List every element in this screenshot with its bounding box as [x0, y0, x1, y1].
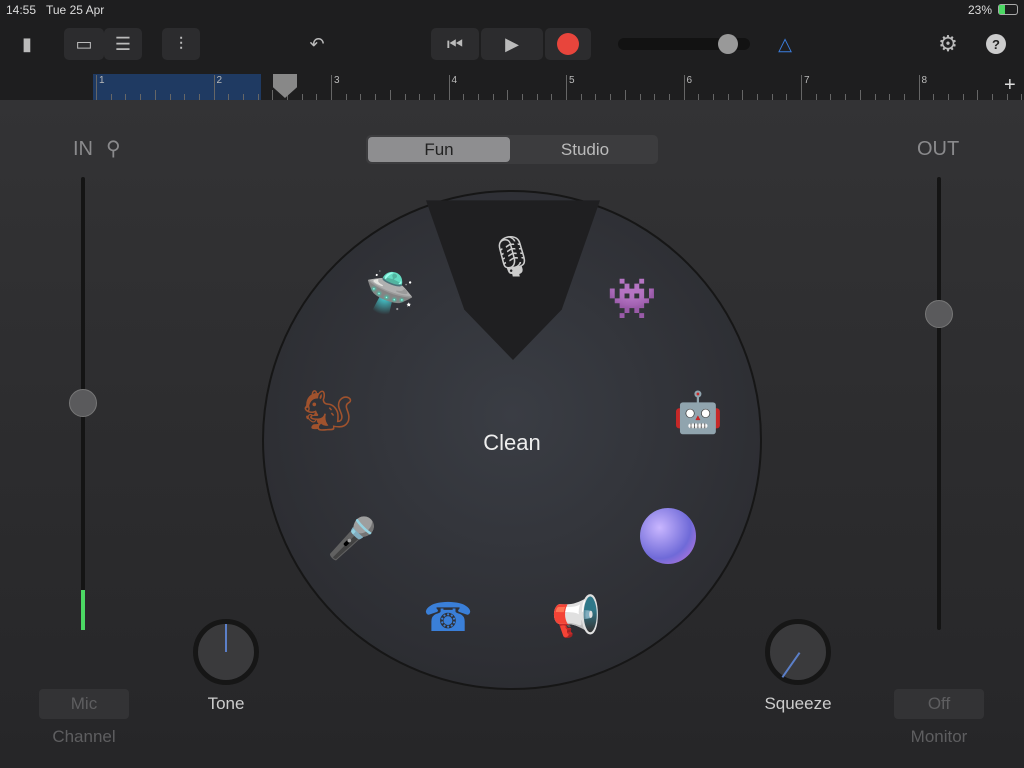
date: Tue 25 Apr: [46, 3, 105, 17]
bar-number: 1: [96, 75, 105, 100]
bubbles-icon[interactable]: [636, 504, 700, 568]
bar-number: 2: [213, 75, 222, 100]
undo-icon[interactable]: ↶: [300, 28, 334, 60]
record-icon[interactable]: [545, 28, 591, 60]
bar-number: 4: [448, 75, 457, 100]
robot-icon[interactable]: 🤖: [666, 380, 730, 444]
timeline-ruler[interactable]: 1 2 3 4 5 6 7 8 +: [0, 74, 1024, 100]
play-icon[interactable]: ▶: [481, 28, 543, 60]
telephone-icon[interactable]: ☎: [416, 586, 480, 650]
help-icon[interactable]: ?: [986, 34, 1006, 54]
channel-button[interactable]: Mic: [39, 689, 129, 719]
document-icon[interactable]: ▮: [12, 28, 42, 60]
ufo-icon[interactable]: 🛸: [358, 260, 422, 324]
cycle-region[interactable]: [93, 74, 261, 100]
battery-icon: [998, 4, 1018, 15]
squeeze-knob[interactable]: [765, 619, 831, 685]
ruler-tick: [154, 90, 156, 100]
metronome-icon[interactable]: △: [770, 28, 800, 60]
tracks-view-icon[interactable]: ▭: [64, 28, 104, 60]
ruler-tick: [389, 90, 391, 100]
playhead[interactable]: [273, 74, 297, 98]
ruler-tick: [624, 90, 626, 100]
bar-number: 6: [683, 75, 692, 100]
output-fader-thumb[interactable]: [925, 300, 953, 328]
input-fader-thumb[interactable]: [69, 389, 97, 417]
monitor-button[interactable]: Off: [894, 689, 984, 719]
output-level-fader[interactable]: [937, 177, 941, 630]
input-settings-icon[interactable]: ⚲: [106, 136, 121, 161]
bar-number: 5: [566, 75, 575, 100]
ruler-tick: [859, 90, 861, 100]
toolbar: ▮ ▭ ☰ ⫶ ↶ ⏮ ▶ △ ⚙ ?: [0, 20, 1024, 74]
squeeze-label: Squeeze: [764, 694, 832, 713]
star-mic-icon[interactable]: 🎤: [320, 506, 384, 570]
voice-wheel[interactable]: Clean 🎙 🛸 👾 🐿 🤖 🎤 ☎ 📢: [262, 190, 762, 690]
ruler-tick: [507, 90, 509, 100]
tone-label: Tone: [207, 694, 245, 713]
add-section-button[interactable]: +: [1004, 74, 1016, 97]
tone-knob[interactable]: [193, 619, 259, 685]
list-view-icon[interactable]: ☰: [104, 28, 142, 60]
channel-label: Channel: [52, 727, 116, 746]
tab-fun[interactable]: Fun: [368, 137, 510, 162]
monitor-label: Monitor: [910, 727, 968, 746]
ruler-tick: [272, 90, 274, 100]
monster-icon[interactable]: 👾: [600, 266, 664, 330]
battery-percent: 23%: [968, 3, 993, 17]
mode-selector: Fun Studio: [366, 135, 658, 164]
rewind-icon[interactable]: ⏮: [431, 28, 479, 60]
input-label: IN: [73, 138, 93, 160]
status-bar: 14:55 Tue 25 Apr 23%: [0, 0, 1024, 20]
tab-studio[interactable]: Studio: [514, 137, 656, 162]
settings-icon[interactable]: ⚙: [932, 28, 964, 60]
volume-slider[interactable]: [618, 34, 750, 54]
clean-mic-icon[interactable]: 🎙: [480, 224, 544, 288]
megaphone-icon[interactable]: 📢: [544, 584, 608, 648]
ruler-tick: [742, 90, 744, 100]
bar-number: 7: [801, 75, 810, 100]
ruler-tick: [977, 90, 979, 100]
bar-number: 3: [331, 75, 340, 100]
clock: 14:55: [6, 3, 37, 17]
bar-number: 8: [918, 75, 927, 100]
output-label: OUT: [917, 138, 960, 160]
squirrel-icon[interactable]: 🐿: [296, 378, 360, 442]
mixer-icon[interactable]: ⫶: [162, 28, 200, 60]
